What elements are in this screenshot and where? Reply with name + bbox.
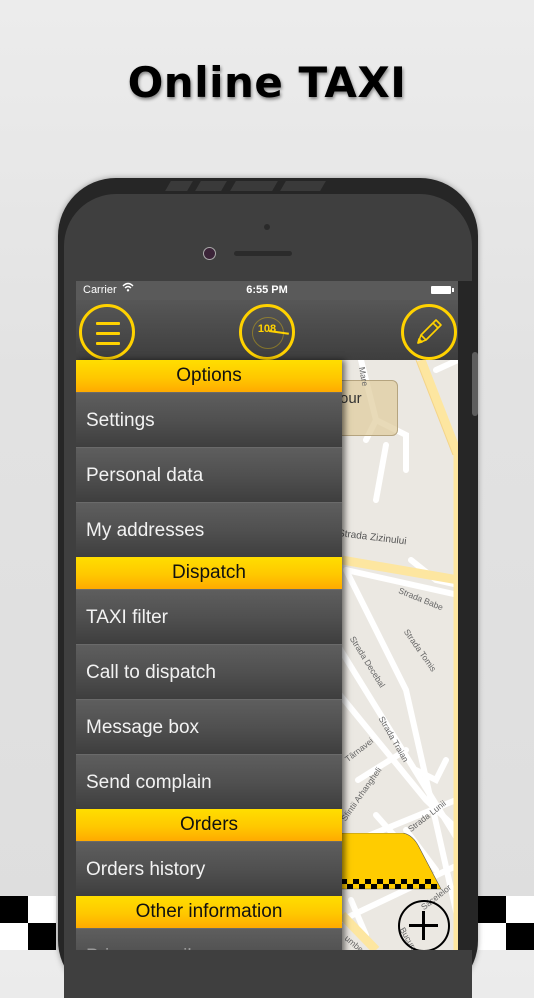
checker-pattern-right	[478, 896, 534, 950]
menu-item-send-complain[interactable]: Send complain	[76, 754, 342, 809]
section-header-dispatch: Dispatch	[76, 557, 342, 589]
menu-item-settings[interactable]: Settings	[76, 392, 342, 447]
proximity-sensor	[264, 224, 270, 230]
battery-icon	[431, 286, 454, 294]
headline: Online TAXI	[127, 58, 407, 107]
menu-item-message-box[interactable]: Message box	[76, 699, 342, 754]
menu-item-price-per-mile[interactable]: Price per mile	[76, 928, 342, 950]
gauge-button[interactable]: 108	[239, 304, 295, 360]
poi-label: our	[340, 390, 362, 407]
menu-item-call-to-dispatch[interactable]: Call to dispatch	[76, 644, 342, 699]
app-screen: Carrier 6:55 PM our Mare Strada Zizinulu…	[76, 281, 458, 950]
menu-item-taxi-filter[interactable]: TAXI filter	[76, 589, 342, 644]
nav-bar: 108	[76, 300, 458, 360]
status-bar: Carrier 6:55 PM	[76, 281, 458, 300]
menu-item-personal-data[interactable]: Personal data	[76, 447, 342, 502]
section-header-options: Options	[76, 360, 342, 392]
zoom-in-button[interactable]	[398, 900, 450, 950]
section-header-orders: Orders	[76, 809, 342, 841]
menu-item-orders-history[interactable]: Orders history	[76, 841, 342, 896]
side-menu: Options Settings Personal data My addres…	[76, 360, 342, 950]
menu-item-my-addresses[interactable]: My addresses	[76, 502, 342, 557]
front-camera	[203, 247, 216, 260]
edit-button[interactable]	[401, 304, 457, 360]
hamburger-menu-button[interactable]	[79, 304, 135, 360]
clock: 6:55 PM	[246, 284, 288, 296]
pencil-icon	[417, 319, 442, 344]
checker-pattern-left	[0, 896, 60, 950]
phone-bezel-right	[458, 281, 472, 950]
section-header-other-information: Other information	[76, 896, 342, 928]
earpiece-speaker	[234, 251, 292, 256]
phone-side-button	[472, 352, 478, 416]
